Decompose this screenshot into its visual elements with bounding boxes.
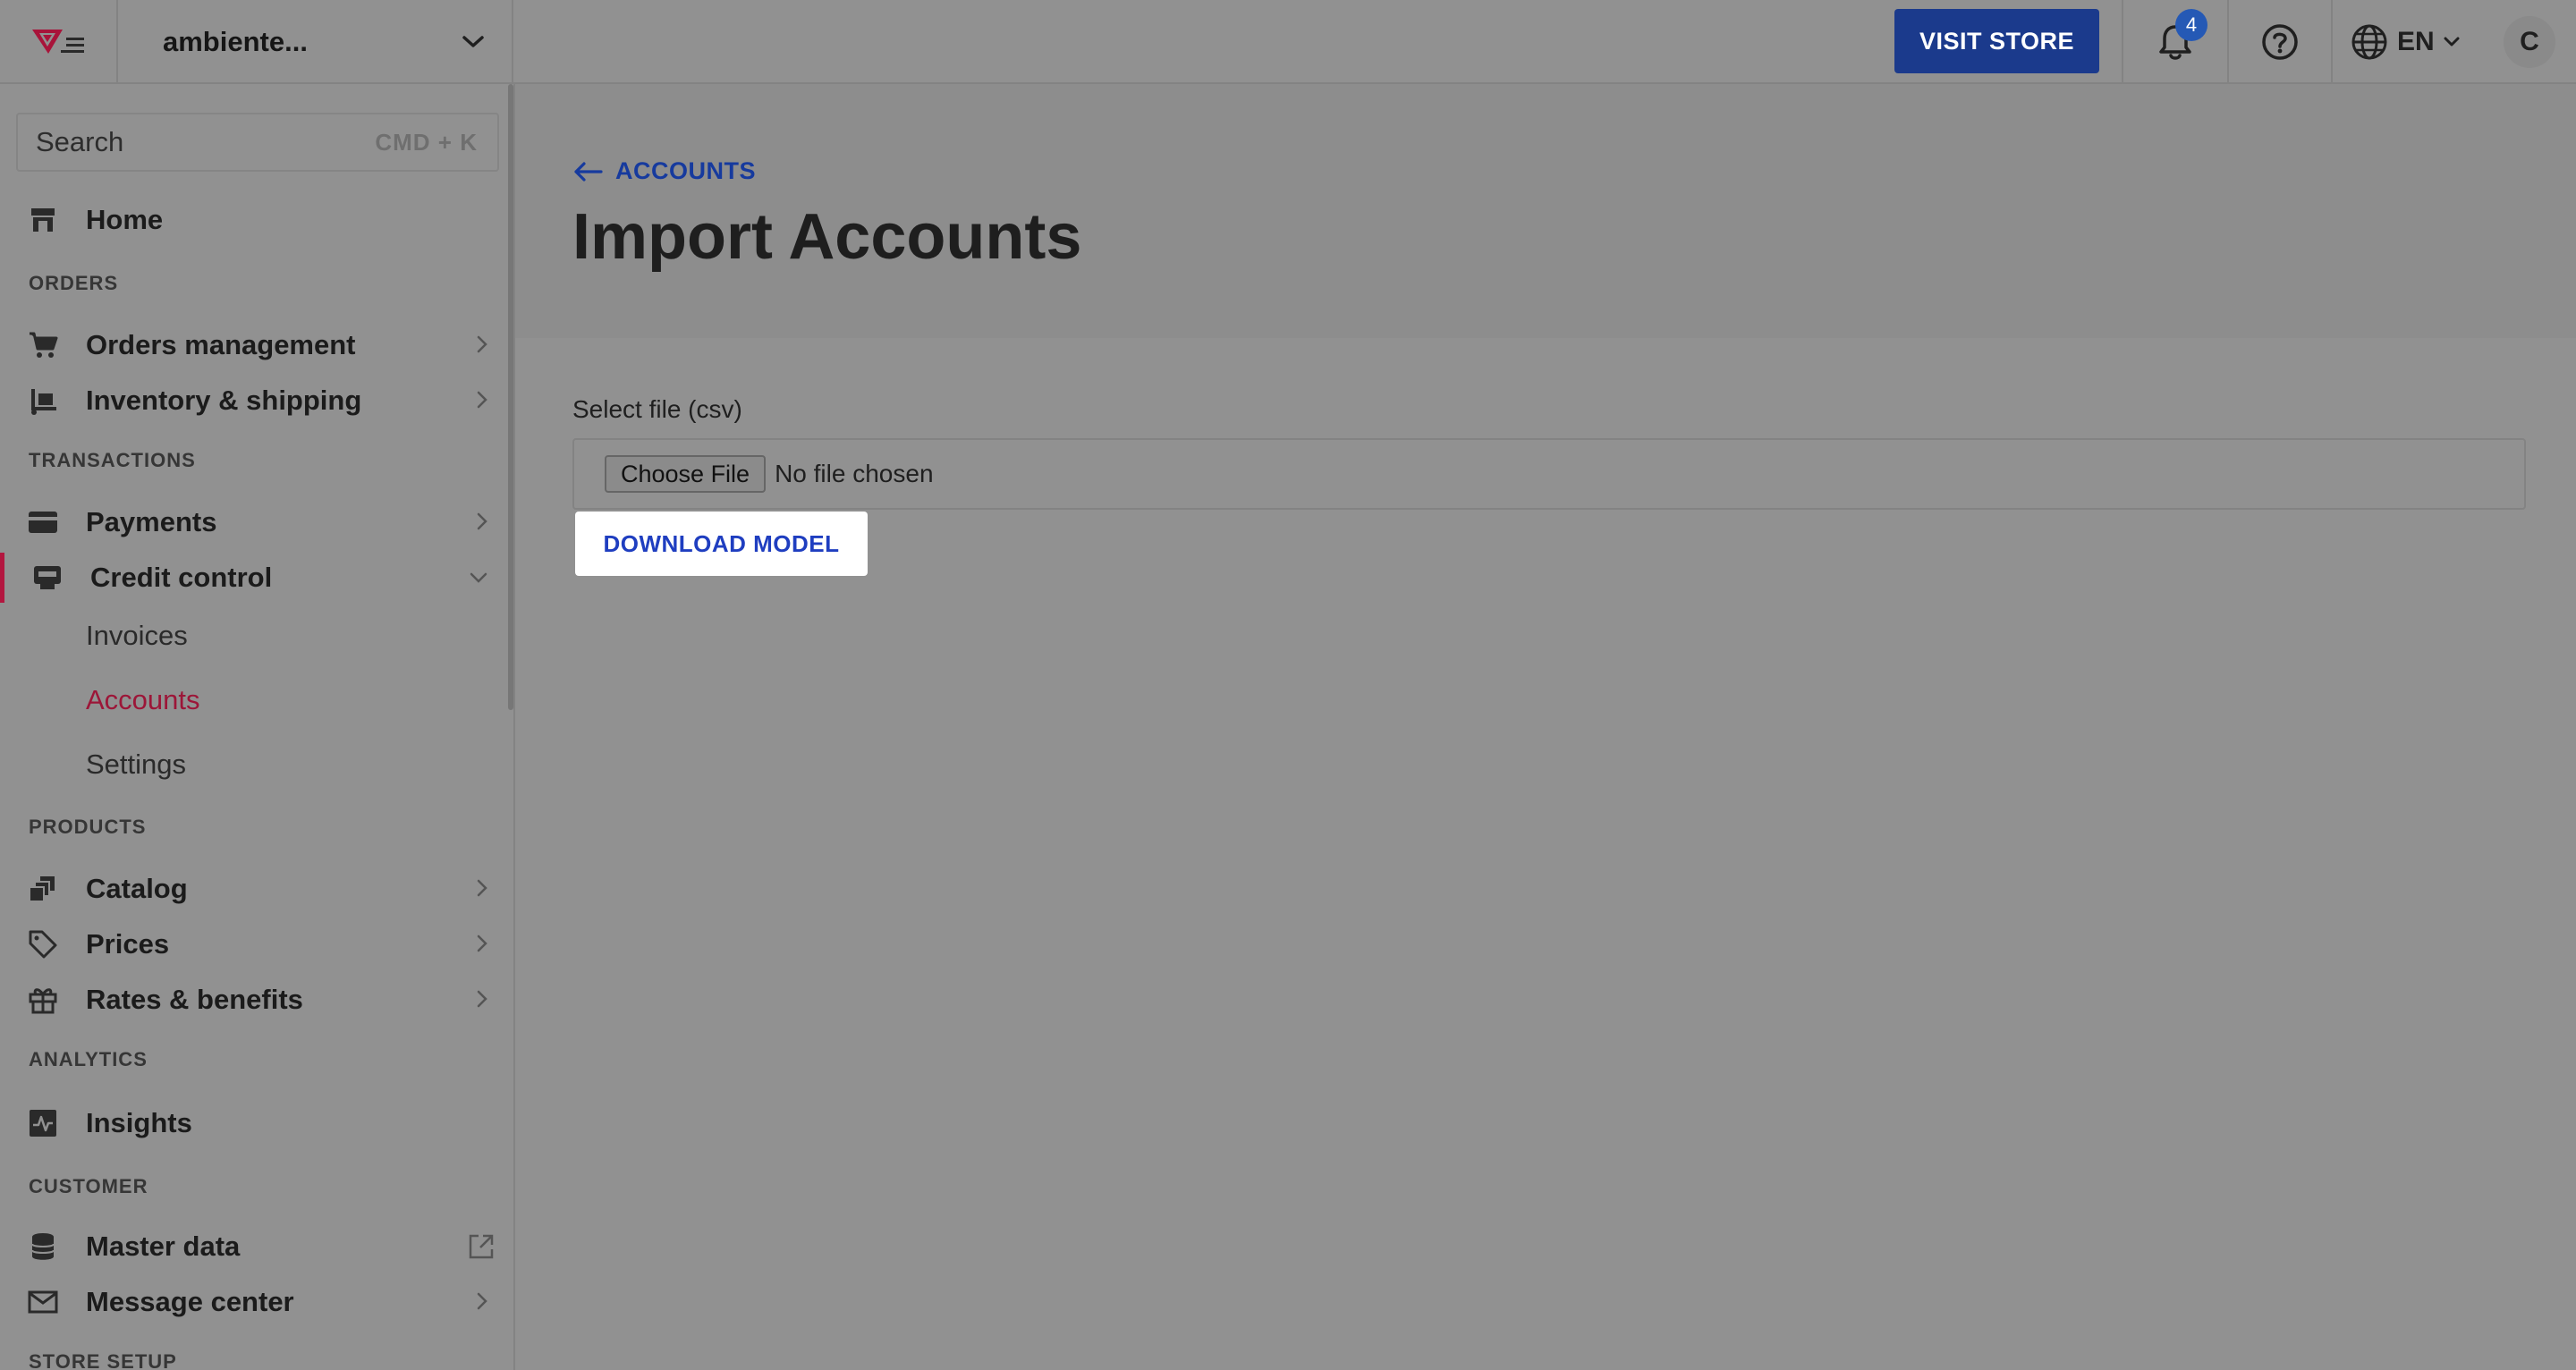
sidebar-subitem-settings[interactable]: Settings (86, 742, 186, 787)
chevron-down-icon (2444, 37, 2460, 47)
app-logo[interactable] (0, 0, 118, 84)
sidebar-item-label: Home (86, 204, 164, 235)
sidebar-item-label: Message center (86, 1286, 294, 1317)
chevron-down-icon (462, 36, 484, 47)
database-icon (27, 1230, 59, 1263)
help-icon (2262, 24, 2298, 60)
section-label-customer: CUSTOMER (29, 1175, 148, 1197)
account-switcher[interactable]: ambiente... (118, 0, 513, 84)
catalog-icon (27, 873, 59, 905)
sidebar-search[interactable]: CMD + K (16, 113, 499, 172)
sidebar: CMD + K Home ORDERS Orders management (0, 84, 515, 1370)
sidebar-item-label: Inventory & shipping (86, 385, 362, 416)
credit-card-icon (27, 506, 59, 538)
help-button[interactable] (2227, 0, 2331, 84)
section-label-orders: ORDERS (29, 272, 119, 294)
chevron-right-icon (477, 934, 487, 952)
file-input-label: Select file (csv) (572, 395, 742, 423)
language-selector[interactable]: EN (2331, 0, 2483, 84)
chevron-right-icon (477, 391, 487, 409)
chevron-right-icon (477, 335, 487, 353)
breadcrumb-back-link[interactable]: ACCOUNTS (572, 157, 756, 185)
search-shortcut-hint: CMD + K (375, 128, 478, 156)
logo-icon (32, 30, 84, 54)
choose-file-button[interactable]: Choose File (605, 455, 767, 493)
dolly-icon (27, 385, 59, 417)
sidebar-item-label: Insights (86, 1107, 192, 1138)
sidebar-item-rates-benefits[interactable]: Rates & benefits (0, 975, 513, 1025)
sidebar-item-label: Payments (86, 506, 217, 537)
sidebar-item-inventory-shipping[interactable]: Inventory & shipping (0, 376, 513, 426)
avatar: C (2504, 16, 2555, 68)
external-link-icon (469, 1234, 494, 1259)
sidebar-item-orders-management[interactable]: Orders management (0, 320, 513, 370)
sidebar-item-home[interactable]: Home (0, 195, 513, 245)
credit-control-icon (31, 562, 64, 594)
page-title: Import Accounts (572, 201, 1082, 273)
sidebar-item-catalog[interactable]: Catalog (0, 864, 513, 914)
sidebar-item-insights[interactable]: Insights (0, 1098, 513, 1148)
notifications-button[interactable] (2122, 0, 2227, 84)
sidebar-item-label: Master data (86, 1230, 241, 1262)
insights-icon (27, 1107, 59, 1139)
sidebar-item-label: Orders management (86, 329, 356, 360)
sidebar-item-payments[interactable]: Payments (0, 497, 513, 547)
sidebar-subitem-invoices[interactable]: Invoices (86, 613, 188, 658)
section-label-products: PRODUCTS (29, 816, 147, 838)
section-label-transactions: TRANSACTIONS (29, 449, 196, 471)
language-label: EN (2397, 27, 2435, 56)
chevron-right-icon (477, 879, 487, 897)
store-icon (27, 204, 59, 236)
page-header: ACCOUNTS Import Accounts (515, 84, 2576, 338)
sidebar-item-label: Credit control (90, 562, 273, 593)
sidebar-item-label: Rates & benefits (86, 984, 303, 1015)
file-input-field[interactable]: Choose File No file chosen (572, 438, 2526, 510)
sidebar-item-credit-control[interactable]: Credit control (0, 553, 513, 603)
chevron-up-icon (470, 572, 487, 583)
visit-store-button[interactable]: VISIT STORE (1894, 9, 2099, 73)
sidebar-subitem-accounts[interactable]: Accounts (86, 678, 200, 723)
section-label-store-setup: STORE SETUP (29, 1350, 177, 1370)
chevron-right-icon (477, 512, 487, 530)
sidebar-item-master-data[interactable]: Master data (0, 1222, 513, 1272)
mail-icon (27, 1286, 59, 1318)
sidebar-item-label: Catalog (86, 873, 188, 904)
user-menu[interactable]: C (2483, 0, 2576, 84)
sidebar-item-prices[interactable]: Prices (0, 919, 513, 969)
sidebar-item-message-center[interactable]: Message center (0, 1277, 513, 1327)
notifications-badge: 4 (2175, 9, 2207, 41)
top-bar: ambiente... VISIT STORE 4 EN C (0, 0, 2576, 84)
chevron-right-icon (477, 990, 487, 1008)
arrow-left-icon (574, 161, 603, 182)
account-name: ambiente... (163, 26, 308, 57)
tag-icon (27, 928, 59, 960)
chevron-right-icon (477, 1292, 487, 1310)
sidebar-item-label: Prices (86, 928, 170, 960)
section-label-analytics: ANALYTICS (29, 1048, 148, 1070)
breadcrumb-label: ACCOUNTS (615, 157, 756, 184)
gift-icon (27, 984, 59, 1016)
cart-icon (27, 329, 59, 361)
file-status: No file chosen (775, 460, 934, 487)
download-model-button[interactable]: DOWNLOAD MODEL (575, 512, 868, 576)
search-input[interactable] (34, 125, 360, 159)
globe-icon (2351, 24, 2387, 60)
